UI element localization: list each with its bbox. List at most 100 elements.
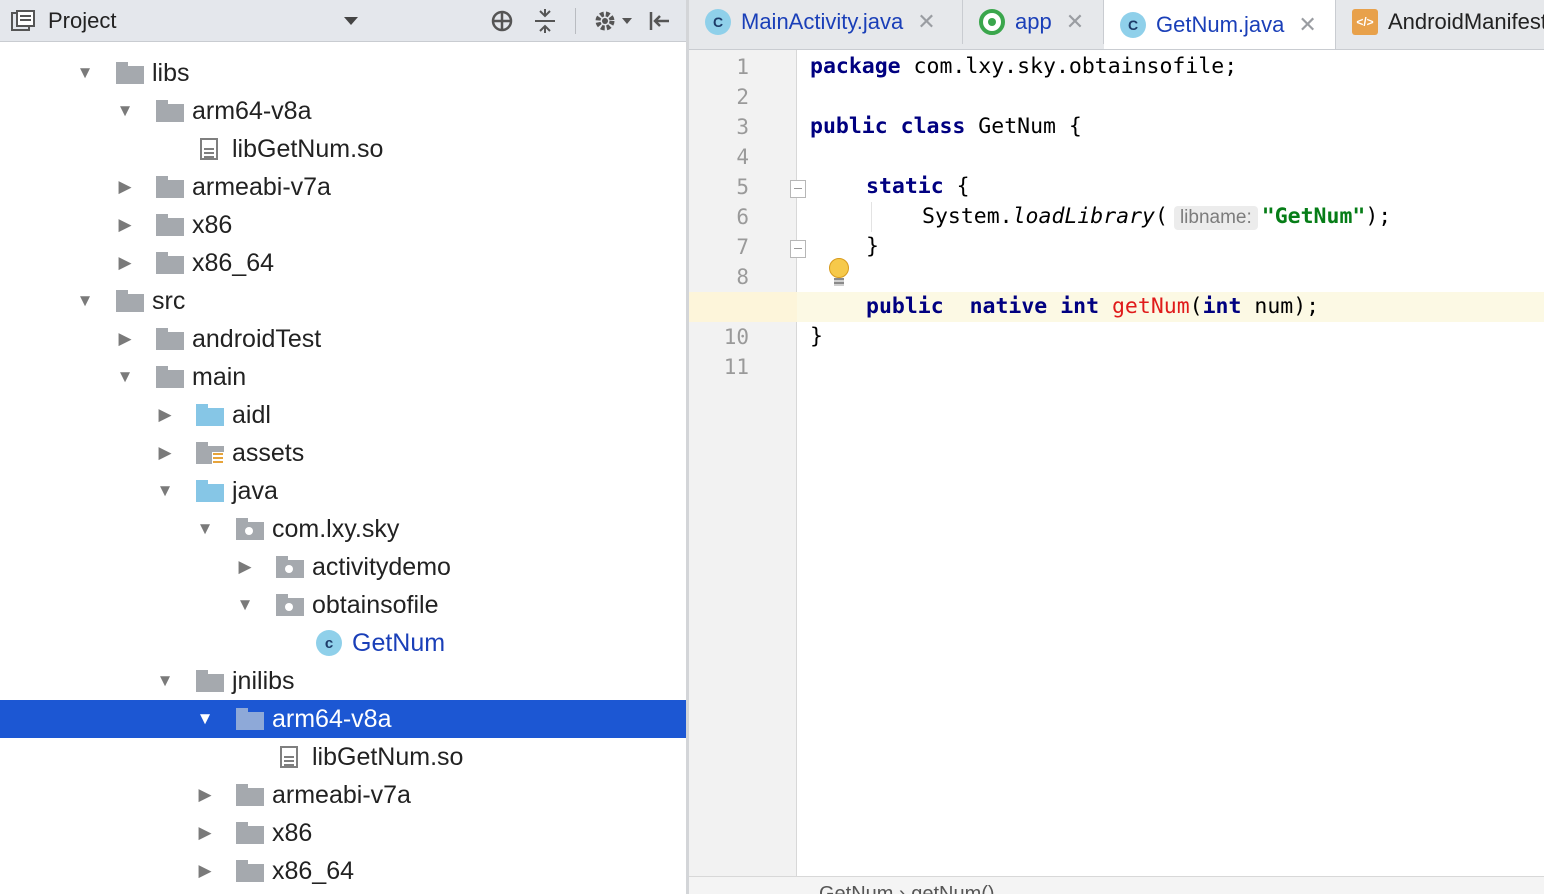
- collapsed-arrow-icon[interactable]: ▶: [155, 396, 175, 434]
- tree-node-label: arm64-v8a: [192, 97, 312, 125]
- indent-guide: [871, 202, 872, 232]
- code-editor[interactable]: 1234567891011 package com.lxy.sky.obtain…: [689, 50, 1544, 894]
- tree-node[interactable]: ▶ x86_64: [0, 244, 686, 282]
- header-separator: [575, 8, 576, 34]
- tree-node[interactable]: ▶ x86: [0, 814, 686, 852]
- close-icon[interactable]: ✕: [1066, 11, 1084, 33]
- collapsed-arrow-icon[interactable]: ▶: [115, 244, 135, 282]
- expanded-arrow-icon[interactable]: ▼: [115, 92, 135, 130]
- expanded-arrow-icon[interactable]: ▼: [155, 472, 175, 510]
- close-icon[interactable]: ✕: [1298, 14, 1316, 36]
- line-number: 6: [736, 205, 749, 229]
- close-icon[interactable]: ✕: [917, 11, 935, 33]
- collapsed-arrow-icon[interactable]: ▶: [155, 434, 175, 472]
- tree-node[interactable]: ▶ x86_64: [0, 852, 686, 890]
- tree-node-label: jnilibs: [232, 667, 295, 695]
- expanded-arrow-icon[interactable]: ▼: [115, 358, 135, 396]
- hide-panel-icon[interactable]: [646, 8, 672, 34]
- tree-node[interactable]: ▼ arm64-v8a: [0, 700, 686, 738]
- collapsed-arrow-icon[interactable]: ▶: [115, 206, 135, 244]
- tree-node[interactable]: ▶ assets: [0, 434, 686, 472]
- expanded-arrow-icon[interactable]: ▼: [195, 700, 215, 738]
- tree-node-label: java: [232, 477, 278, 505]
- breadcrumb-text[interactable]: GetNum › getNum(): [819, 883, 995, 894]
- expanded-arrow-icon[interactable]: ▼: [155, 662, 175, 700]
- tree-node-label: aidl: [232, 401, 271, 429]
- locate-icon[interactable]: [489, 8, 515, 34]
- collapsed-arrow-icon[interactable]: ▶: [115, 320, 135, 358]
- dropdown-arrow-icon[interactable]: [338, 8, 364, 34]
- fold-end-icon[interactable]: [790, 240, 806, 258]
- tree-node[interactable]: ▼ main: [0, 358, 686, 396]
- collapse-all-icon[interactable]: [532, 8, 558, 34]
- line-number: 8: [736, 265, 749, 289]
- collapsed-arrow-icon[interactable]: ▶: [115, 168, 135, 206]
- tree-node[interactable]: ▶ x86: [0, 206, 686, 244]
- tree-node[interactable]: ▼ java: [0, 472, 686, 510]
- expanded-arrow-icon[interactable]: ▼: [235, 586, 255, 624]
- project-panel-title[interactable]: Project: [48, 8, 116, 34]
- collapsed-arrow-icon[interactable]: ▶: [235, 548, 255, 586]
- tree-node[interactable]: ▼ libs: [0, 54, 686, 92]
- package-icon: [276, 594, 304, 616]
- tree-node[interactable]: libGetNum.so: [0, 130, 686, 168]
- tab-label: MainActivity.java: [741, 9, 904, 34]
- project-tree: ▼ libs ▼ arm64-v8a libGetNum.so ▶ armeabi-v7a ▶…: [0, 54, 686, 890]
- tree-node[interactable]: ▼ com.lxy.sky: [0, 510, 686, 548]
- collapsed-arrow-icon[interactable]: ▶: [195, 776, 215, 814]
- tab-label: app: [1015, 9, 1052, 34]
- editor-tab-bar: C MainActivity.java ✕ app ✕ C GetNum.jav…: [689, 0, 1544, 50]
- gear-dropdown-arrow-icon[interactable]: [614, 8, 640, 34]
- lightbulb-icon[interactable]: [827, 258, 851, 288]
- project-tool-window: Project ▼ libs ▼ arm64-v8a libGetNum.so ▶ arme…: [0, 0, 686, 894]
- tree-node[interactable]: ▼ src: [0, 282, 686, 320]
- project-view-icon[interactable]: [10, 8, 36, 34]
- collapsed-arrow-icon[interactable]: ▶: [195, 852, 215, 890]
- current-line-gutter-highlight: [689, 292, 797, 322]
- tab-label: GetNum.java: [1156, 12, 1285, 37]
- line-number: 2: [736, 85, 749, 109]
- tree-node[interactable]: libGetNum.so: [0, 738, 686, 776]
- tree-node[interactable]: ▶ armeabi-v7a: [0, 168, 686, 206]
- line-number: 11: [723, 355, 749, 379]
- line-number: 10: [723, 325, 749, 349]
- tree-node[interactable]: c GetNum: [0, 624, 686, 662]
- tree-node[interactable]: ▶ armeabi-v7a: [0, 776, 686, 814]
- code-line-1: package com.lxy.sky.obtainsofile;: [810, 54, 1238, 79]
- tree-node-label: armeabi-v7a: [272, 781, 411, 809]
- line-number-gutter[interactable]: 1234567891011: [689, 50, 797, 894]
- folder-icon: [196, 442, 224, 464]
- breadcrumb[interactable]: GetNum › getNum(): [689, 876, 1544, 894]
- folder-icon: [116, 62, 144, 84]
- tree-node-label: activitydemo: [312, 553, 451, 581]
- expanded-arrow-icon[interactable]: ▼: [75, 54, 95, 92]
- expanded-arrow-icon[interactable]: ▼: [195, 510, 215, 548]
- tree-node-label: main: [192, 363, 247, 391]
- tree-node[interactable]: ▶ activitydemo: [0, 548, 686, 586]
- tab-getnum[interactable]: C GetNum.java ✕: [1104, 0, 1336, 49]
- folder-icon: [156, 252, 184, 274]
- folder-icon: [196, 404, 224, 426]
- tree-node[interactable]: ▼ obtainsofile: [0, 586, 686, 624]
- tab-app[interactable]: app ✕: [963, 0, 1104, 44]
- tree-node-label: x86_64: [272, 857, 355, 885]
- expanded-arrow-icon[interactable]: ▼: [75, 282, 95, 320]
- tree-node-label: GetNum: [352, 629, 446, 657]
- tree-node[interactable]: ▶ androidTest: [0, 320, 686, 358]
- folder-icon: [196, 670, 224, 692]
- tree-node[interactable]: ▼ jnilibs: [0, 662, 686, 700]
- tree-node-label: x86_64: [192, 249, 275, 277]
- tab-mainactivity[interactable]: C MainActivity.java ✕: [689, 0, 963, 44]
- tree-node[interactable]: ▶ aidl: [0, 396, 686, 434]
- tree-node-label: arm64-v8a: [272, 705, 392, 733]
- folder-icon: [156, 214, 184, 236]
- fold-start-icon[interactable]: [790, 180, 806, 198]
- collapsed-arrow-icon[interactable]: ▶: [195, 814, 215, 852]
- parameter-hint: libname:: [1173, 206, 1258, 230]
- class-icon: C: [1120, 12, 1146, 38]
- tree-node-label: libs: [152, 59, 190, 87]
- tree-node[interactable]: ▼ arm64-v8a: [0, 92, 686, 130]
- line-number: 4: [736, 145, 749, 169]
- tab-androidmanifest[interactable]: </> AndroidManifest.xml: [1336, 0, 1544, 44]
- tree-node-label: libGetNum.so: [232, 135, 384, 163]
